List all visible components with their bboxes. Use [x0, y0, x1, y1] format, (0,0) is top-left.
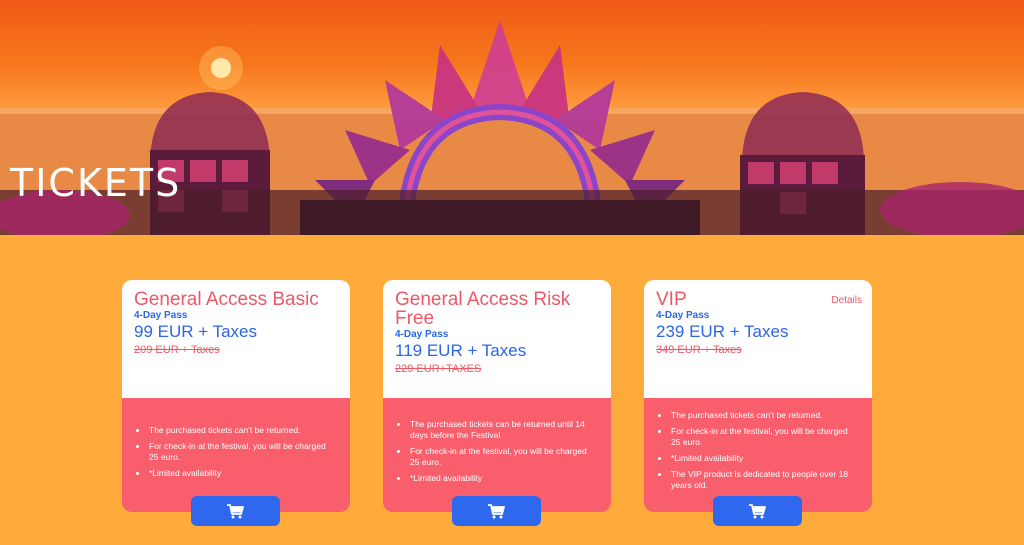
old-price: 209 EUR + Taxes [134, 344, 220, 356]
pass-type: 4-Day Pass [656, 310, 710, 321]
card-features-panel: The purchased tickets can't be returned.… [644, 398, 872, 512]
pass-type: 4-Day Pass [134, 310, 188, 321]
ticket-card-general-basic: General Access Basic 4-Day Pass 99 EUR +… [122, 280, 350, 526]
pass-type: 4-Day Pass [395, 329, 449, 340]
shopping-cart-icon [749, 503, 766, 518]
ticket-card-vip: VIP Details 4-Day Pass 239 EUR + Taxes 3… [644, 280, 872, 526]
card-title: General Access Basic [134, 289, 319, 310]
shopping-cart-icon [227, 503, 244, 518]
page-title: TICKETS [10, 161, 182, 205]
feature-item: The purchased tickets can be returned un… [397, 419, 597, 441]
add-to-cart-button[interactable] [452, 496, 541, 526]
card-features-panel: The purchased tickets can be returned un… [383, 398, 611, 512]
feature-list: The purchased tickets can't be returned.… [644, 410, 872, 496]
price: 99 EUR + Taxes [134, 322, 258, 341]
feature-list: The purchased tickets can't be returned.… [122, 425, 350, 484]
card-header: General Access Basic 4-Day Pass 99 EUR +… [122, 280, 350, 398]
old-price: 349 EUR + Taxes [656, 344, 742, 356]
details-link[interactable]: Details [831, 295, 862, 306]
old-price: 229 EUR+TAXES [395, 363, 482, 375]
add-to-cart-button[interactable] [713, 496, 802, 526]
add-to-cart-button[interactable] [191, 496, 280, 526]
feature-item: The purchased tickets can't be returned. [136, 425, 336, 436]
card-title: General Access Risk Free [395, 289, 571, 329]
feature-item: The purchased tickets can't be returned. [658, 410, 858, 421]
price: 119 EUR + Taxes [395, 341, 527, 360]
ticket-card-general-risk-free: General Access Risk Free 4-Day Pass 119 … [383, 280, 611, 526]
feature-item: The VIP product is dedicated to people o… [658, 469, 858, 491]
card-header: VIP Details 4-Day Pass 239 EUR + Taxes 3… [644, 280, 872, 398]
feature-item: *Limited availability [658, 453, 858, 464]
hero-banner: TICKETS [0, 0, 1024, 235]
card-header: General Access Risk Free 4-Day Pass 119 … [383, 280, 611, 398]
feature-item: For check-in at the festival, you will b… [658, 426, 858, 448]
feature-item: *Limited availability [397, 473, 597, 484]
shopping-cart-icon [488, 503, 505, 518]
feature-item: *Limited availability [136, 468, 336, 479]
card-features-panel: The purchased tickets can't be returned.… [122, 398, 350, 512]
price: 239 EUR + Taxes [656, 322, 789, 341]
feature-list: The purchased tickets can be returned un… [383, 419, 611, 489]
feature-item: For check-in at the festival, you will b… [136, 441, 336, 463]
feature-item: For check-in at the festival, you will b… [397, 446, 597, 468]
